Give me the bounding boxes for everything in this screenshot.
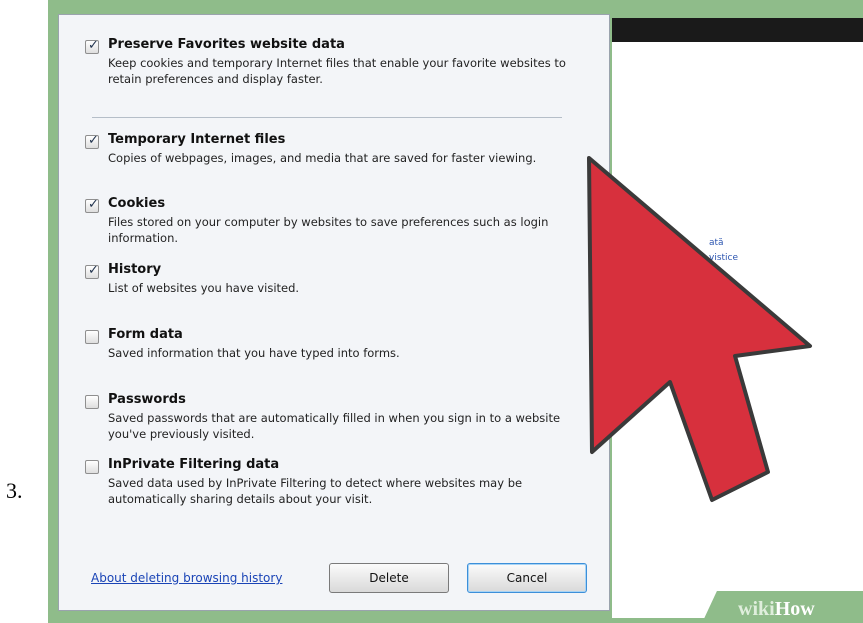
- arrow-shape: [587, 156, 812, 502]
- wikihow-watermark: wikiHow: [738, 598, 815, 620]
- step-number: 3.: [6, 478, 23, 503]
- pointer-arrow-icon: [587, 156, 812, 502]
